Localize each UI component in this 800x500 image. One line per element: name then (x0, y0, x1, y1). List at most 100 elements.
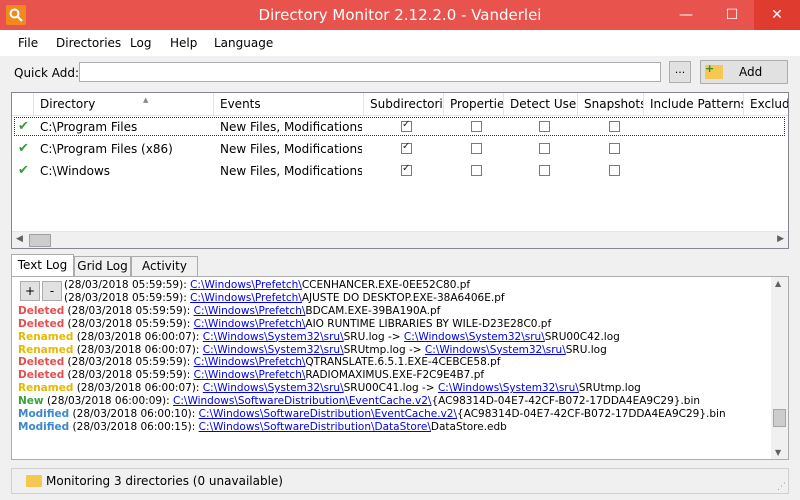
log-file-name: CCENHANCER.EXE-0EE52C80.pf (301, 279, 471, 291)
log-line: New (28/03/2018 06:00:09): C:\Windows\So… (18, 395, 770, 408)
log-timestamp: (28/03/2018 05:59:59): (64, 291, 191, 304)
header-status-column[interactable] (12, 93, 34, 115)
scroll-left-icon[interactable]: ◀ (16, 234, 23, 244)
subdirectories-checkbox[interactable] (401, 119, 412, 132)
log-event-type: Deleted (18, 356, 65, 369)
header-directory[interactable]: Directory ▲ (34, 93, 214, 115)
log-timestamp: (28/03/2018 05:59:59): (64, 369, 194, 382)
horizontal-scrollbar[interactable]: ◀ ▶ (12, 231, 788, 248)
row-directory: C:\Program Files (x86) (40, 142, 173, 156)
log-event-type: New (18, 395, 44, 408)
close-button[interactable]: ✕ (754, 0, 800, 30)
header-properties[interactable]: Properties (444, 93, 504, 115)
log-path-link[interactable]: C:\Windows\System32\sru\ (404, 331, 545, 343)
quick-add-input[interactable] (79, 62, 661, 82)
log-file-name: BDCAM.EXE-39BA190A.pf (305, 304, 441, 317)
menu-language[interactable]: Language (214, 36, 273, 50)
log-path-link[interactable]: C:\Windows\Prefetch\ (194, 318, 306, 330)
status-bar: Monitoring 3 directories (0 unavailable)… (11, 468, 789, 494)
detect-users-checkbox[interactable] (539, 121, 550, 132)
log-path-link[interactable]: C:\Windows\SoftwareDistribution\DataStor… (199, 421, 431, 433)
snapshots-checkbox[interactable] (609, 121, 620, 132)
header-subdirectories[interactable]: Subdirectories (364, 93, 444, 115)
header-snapshots[interactable]: Snapshots (578, 93, 644, 115)
log-path-link[interactable]: C:\Windows\System32\sru\ (203, 382, 344, 394)
log-line: (28/03/2018 05:59:59): C:\Windows\Prefet… (18, 292, 770, 305)
menu-help[interactable]: Help (170, 36, 197, 50)
log-path-link[interactable]: C:\Windows\Prefetch\ (190, 279, 302, 291)
log-path-link[interactable]: C:\Windows\System32\sru\ (438, 382, 579, 394)
log-timestamp: (28/03/2018 06:00:10): (69, 408, 199, 421)
log-path-link[interactable]: C:\Windows\SoftwareDistribution\EventCac… (173, 395, 431, 407)
zoom-out-button[interactable]: - (42, 281, 62, 301)
subdirectories-checkbox[interactable] (401, 141, 412, 154)
table-row[interactable]: ✔ C:\Program Files New Files, Modificati… (12, 116, 788, 138)
vertical-scrollbar[interactable]: ▲ ▼ (771, 277, 788, 459)
resize-grip-icon[interactable]: ⋰ (777, 482, 786, 492)
minimize-button[interactable]: — (663, 0, 709, 30)
sort-ascending-icon: ▲ (143, 96, 149, 104)
snapshots-checkbox[interactable] (609, 143, 620, 154)
log-event-type: Renamed (18, 382, 74, 395)
log-path-link[interactable]: C:\Windows\System32\sru\ (203, 344, 344, 356)
log-event-type: Modified (18, 408, 70, 421)
scroll-down-icon[interactable]: ▼ (775, 448, 781, 457)
detect-users-checkbox[interactable] (539, 165, 550, 176)
scroll-thumb[interactable] (29, 234, 51, 247)
status-text: Monitoring 3 directories (0 unavailable) (46, 474, 283, 488)
log-path-link[interactable]: C:\Windows\Prefetch\ (194, 356, 306, 368)
log-timestamp: (28/03/2018 06:00:07): (73, 330, 203, 343)
tab-text-log[interactable]: Text Log (11, 254, 74, 277)
log-path-link[interactable]: C:\Windows\SoftwareDistribution\EventCac… (199, 408, 457, 420)
row-events: New Files, Modifications, D... (220, 164, 362, 178)
header-exclude[interactable]: Exclude (744, 93, 788, 115)
log-timestamp: (28/03/2018 05:59:59): (64, 304, 194, 317)
tab-grid-log[interactable]: Grid Log (74, 256, 131, 276)
header-include-patterns[interactable]: Include Patterns (644, 93, 744, 115)
scroll-up-icon[interactable]: ▲ (775, 279, 781, 288)
row-directory: C:\Program Files (40, 120, 138, 134)
add-button[interactable]: + Add (700, 60, 788, 84)
table-row[interactable]: ✔ C:\Program Files (x86) New Files, Modi… (12, 138, 788, 160)
menu-directories[interactable]: Directories (56, 36, 121, 50)
scroll-thumb[interactable] (773, 409, 786, 427)
log-path-link[interactable]: C:\Windows\System32\sru\ (425, 344, 566, 356)
log-timestamp: (28/03/2018 06:00:15): (69, 420, 199, 433)
log-line: Renamed (28/03/2018 06:00:07): C:\Window… (18, 382, 770, 395)
log-file-name: {AC98314D-04E7-42CF-B072-17DDA4EA9C29}.b… (431, 395, 701, 408)
log-timestamp: (28/03/2018 06:00:09): (43, 395, 174, 408)
log-line: Modified (28/03/2018 06:00:15): C:\Windo… (18, 421, 770, 434)
zoom-controls: + - (18, 281, 63, 303)
log-event-type: Deleted (18, 304, 65, 317)
log-line: (28/03/2018 05:59:59): C:\Windows\Prefet… (18, 279, 770, 292)
log-timestamp: (28/03/2018 06:00:07): (73, 382, 203, 395)
log-path-link[interactable]: C:\Windows\System32\sru\ (203, 331, 344, 343)
tab-activity-log[interactable]: Activity Log (131, 256, 198, 292)
log-text-area[interactable]: (28/03/2018 05:59:59): C:\Windows\Prefet… (18, 279, 770, 455)
log-file-name: SRUtmp.log (578, 382, 641, 395)
detect-users-checkbox[interactable] (539, 143, 550, 154)
maximize-button[interactable]: ☐ (709, 0, 755, 30)
properties-checkbox[interactable] (471, 121, 482, 132)
folder-add-icon: + (705, 62, 723, 79)
menu-log[interactable]: Log (130, 36, 151, 50)
scroll-right-icon[interactable]: ▶ (777, 234, 784, 244)
log-line: Deleted (28/03/2018 05:59:59): C:\Window… (18, 318, 770, 331)
log-path-link[interactable]: C:\Windows\Prefetch\ (194, 369, 306, 381)
zoom-in-button[interactable]: + (20, 281, 40, 301)
header-detect-users[interactable]: Detect Users (504, 93, 578, 115)
log-file-name: AJUSTE DO DESKTOP.EXE-38A6406E.pf (301, 291, 505, 304)
header-events[interactable]: Events (214, 93, 364, 115)
log-file-name: AIO RUNTIME LIBRARIES BY WILE-D23E28C0.p… (305, 317, 552, 330)
log-event-type: Deleted (18, 369, 65, 382)
menu-file[interactable]: File (18, 36, 38, 50)
snapshots-checkbox[interactable] (609, 165, 620, 176)
properties-checkbox[interactable] (471, 143, 482, 154)
log-line: Modified (28/03/2018 06:00:10): C:\Windo… (18, 408, 770, 421)
log-path-link[interactable]: C:\Windows\Prefetch\ (194, 305, 306, 317)
subdirectories-checkbox[interactable] (401, 163, 412, 176)
browse-button[interactable]: ... (669, 61, 691, 83)
properties-checkbox[interactable] (471, 165, 482, 176)
log-path-link[interactable]: C:\Windows\Prefetch\ (190, 292, 302, 304)
table-row[interactable]: ✔ C:\Windows New Files, Modifications, D… (12, 160, 788, 182)
